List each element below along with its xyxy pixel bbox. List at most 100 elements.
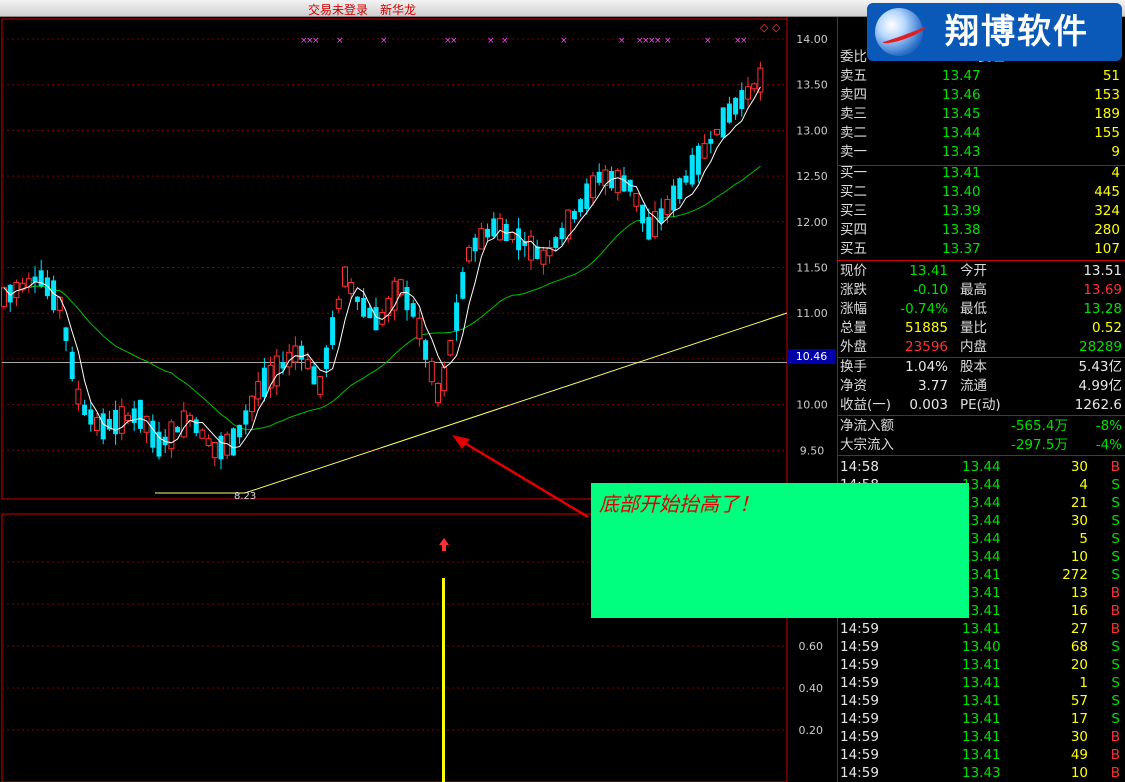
tick-volume: 49 xyxy=(1070,747,1088,763)
broker-name: 新华龙 xyxy=(380,3,417,17)
tick-side: B xyxy=(1110,603,1120,619)
bid-price: 13.40 xyxy=(942,184,981,200)
lower-axis-label: 0.40 xyxy=(799,682,824,695)
logo-text: 翔博软件 xyxy=(945,12,1089,52)
candle-body-down xyxy=(88,409,94,425)
candle-body-up xyxy=(342,266,348,287)
ask-label: 卖四 xyxy=(840,87,867,103)
candle-body-down xyxy=(373,307,379,331)
stat-label: 最高 xyxy=(960,282,987,298)
fundamental-value: 0.003 xyxy=(909,397,948,413)
tick-volume: 68 xyxy=(1070,639,1088,655)
y-axis-label: 11.00 xyxy=(796,307,828,320)
fundamental-label: 流通 xyxy=(960,378,987,394)
ask-level-row: 卖一 13.43 9 xyxy=(838,143,1125,161)
stat-label: 涨幅 xyxy=(840,301,867,317)
candle-body-up xyxy=(528,235,534,261)
candle-body-up xyxy=(714,129,720,135)
candle-body-down xyxy=(404,287,410,311)
lower-axis-label: 0.60 xyxy=(799,640,824,653)
candle-body-up xyxy=(664,198,671,216)
candle-body-up xyxy=(255,381,262,400)
fundamental-value: 3.77 xyxy=(917,378,948,394)
tick-price: 13.43 xyxy=(962,765,1001,781)
chart-area[interactable]: 8.23 × × × × × × × × × × × × × × × × × × × 14.00 13.50 13.00 1… xyxy=(0,17,837,782)
stat-value: 51885 xyxy=(905,320,948,336)
candle-body-up xyxy=(292,345,299,363)
stat-label: 内盘 xyxy=(960,339,987,355)
stat-value: -0.74% xyxy=(900,301,948,317)
candle-body-down xyxy=(683,175,689,183)
tick-time: 14:59 xyxy=(840,693,879,709)
candle-body-down xyxy=(237,424,243,438)
candle-body-down xyxy=(175,426,181,433)
stat-label: 外盘 xyxy=(840,339,867,355)
bid-level-row: 买一 13.41 4 xyxy=(838,164,1125,182)
stat-row: 涨幅 -0.74% 最低 13.28 xyxy=(838,300,1125,318)
candle-body-down xyxy=(695,145,701,175)
tick-volume: 17 xyxy=(1070,711,1088,727)
candle-body-down xyxy=(584,183,590,209)
tick-row: 14:59 13.41 20 S xyxy=(838,656,1125,674)
bid-label: 买四 xyxy=(840,222,867,238)
bid-price: 13.41 xyxy=(942,165,981,181)
fundamental-label: 换手 xyxy=(840,359,867,375)
candle-body-down xyxy=(553,237,559,248)
ask-price: 13.43 xyxy=(942,144,981,160)
ask-label: 卖五 xyxy=(840,68,867,84)
candle-body-up xyxy=(614,169,621,194)
flow-row: 大宗流入 -297.5万 -4% xyxy=(838,436,1125,454)
candle-body-down xyxy=(472,237,478,252)
tick-price: 13.41 xyxy=(962,729,1001,745)
tick-row: 14:59 13.43 10 B xyxy=(838,764,1125,782)
ask-label: 卖一 xyxy=(840,144,867,160)
bid-label: 买二 xyxy=(840,184,867,200)
bid-level-row: 买三 13.39 324 xyxy=(838,202,1125,220)
signal-marker: × xyxy=(336,36,344,46)
candle-body-up xyxy=(143,415,150,433)
ask-volume: 153 xyxy=(1094,87,1120,103)
tick-price: 13.41 xyxy=(962,693,1001,709)
candle-body-up xyxy=(428,360,435,383)
candle-body-down xyxy=(330,317,336,345)
candle-body-up xyxy=(757,67,764,93)
ask-volume: 155 xyxy=(1094,125,1120,141)
brand-logo: 翔博软件 xyxy=(867,3,1122,61)
tick-side: B xyxy=(1110,585,1120,601)
candle-body-up xyxy=(94,417,100,431)
ask-volume: 189 xyxy=(1094,106,1120,122)
signal-marker: × xyxy=(380,36,388,46)
candle-body-down xyxy=(491,218,497,237)
candle-body-down xyxy=(726,103,732,123)
long-moving-average xyxy=(3,165,761,431)
ask-price: 13.45 xyxy=(942,106,981,122)
bid-level-row: 买二 13.40 445 xyxy=(838,183,1125,201)
bid-label: 买三 xyxy=(840,203,867,219)
fundamental-label: 净资 xyxy=(840,378,867,394)
candle-body-down xyxy=(733,97,739,115)
fundamental-value: 1262.6 xyxy=(1074,397,1122,413)
tick-time: 14:59 xyxy=(840,675,879,691)
bid-label: 买五 xyxy=(840,241,867,257)
tick-volume: 20 xyxy=(1070,657,1088,673)
tick-time: 14:59 xyxy=(840,657,879,673)
candle-body-down xyxy=(739,90,745,110)
tick-volume: 10 xyxy=(1070,549,1088,565)
bid-volume: 324 xyxy=(1094,203,1120,219)
candle-body-down xyxy=(100,413,106,440)
candle-body-up xyxy=(416,317,423,340)
y-axis-label: 14.00 xyxy=(796,33,828,46)
tick-side: S xyxy=(1111,693,1120,709)
tick-side: S xyxy=(1111,711,1120,727)
tick-time: 14:58 xyxy=(840,459,879,475)
tick-price: 13.41 xyxy=(962,675,1001,691)
annotation-box: 底部开始抬高了！ xyxy=(591,483,969,618)
volume-signal-bar xyxy=(442,578,445,782)
candlestick-chart[interactable]: 8.23××× × × ×× × × × × ×××× × × ×× 14.0013.5013.001… xyxy=(0,17,837,782)
candle-body-down xyxy=(261,367,267,397)
stat-value: 28289 xyxy=(1079,339,1122,355)
tick-price: 13.44 xyxy=(962,459,1001,475)
candle-body-up xyxy=(590,175,596,199)
stat-value: 0.52 xyxy=(1091,320,1122,336)
stat-row: 总量 51885 量比 0.52 xyxy=(838,319,1125,337)
